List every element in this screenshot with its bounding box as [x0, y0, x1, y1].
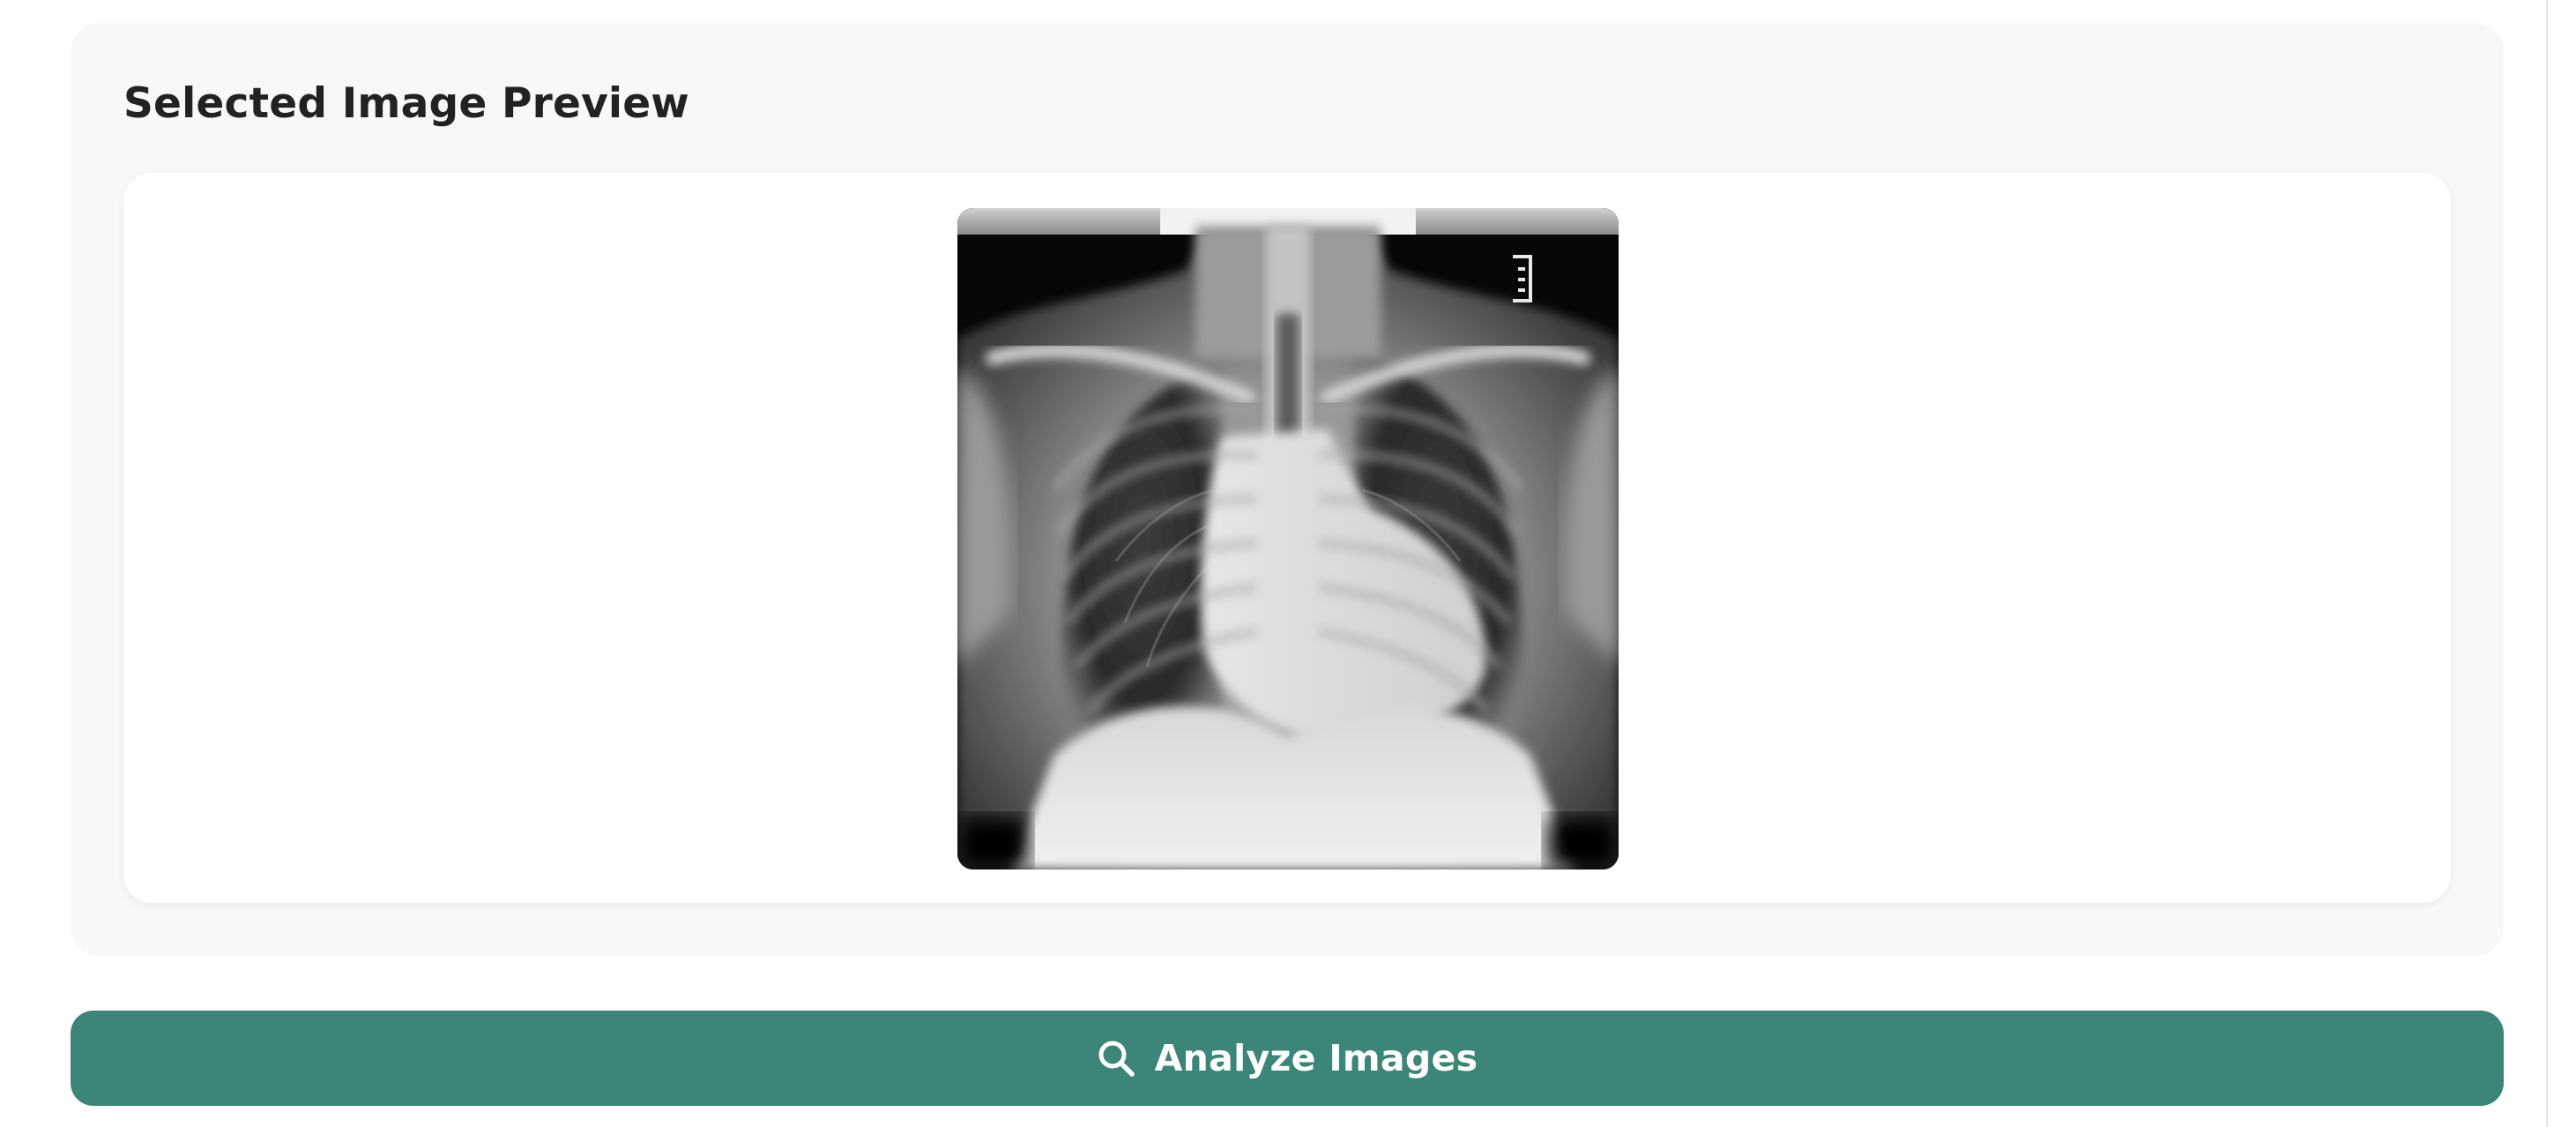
chest-xray-image: [957, 208, 1619, 870]
analyze-button-label: Analyze Images: [1154, 1037, 1478, 1079]
section-title: Selected Image Preview: [123, 79, 689, 128]
page: Selected Image Preview Analyze Images: [0, 0, 2576, 1127]
chest-xray-graphic: [957, 208, 1619, 870]
search-icon: [1097, 1039, 1135, 1078]
analyze-images-button[interactable]: Analyze Images: [71, 1011, 2504, 1106]
image-preview-frame: [123, 173, 2451, 903]
scrollbar-track[interactable]: [2546, 0, 2576, 1127]
image-preview-section: Selected Image Preview: [71, 23, 2504, 956]
